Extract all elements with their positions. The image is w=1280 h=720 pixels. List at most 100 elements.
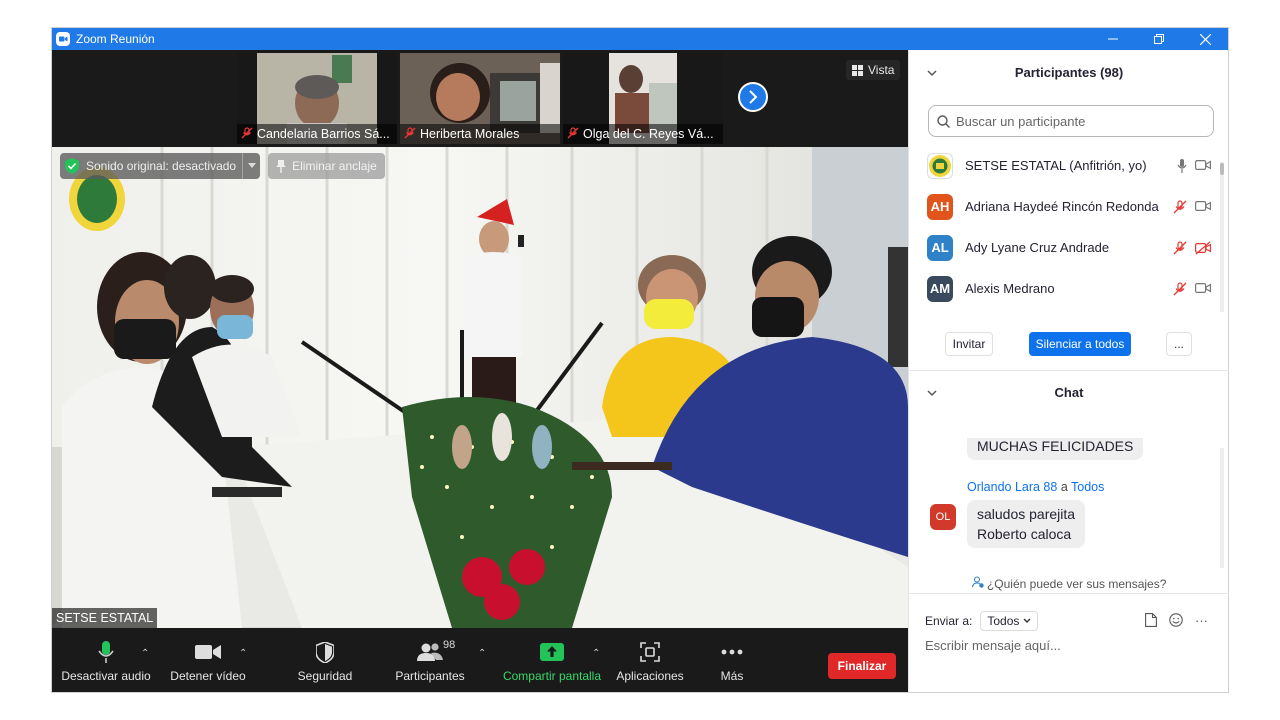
- collapse-chat-icon[interactable]: [927, 385, 937, 400]
- active-speaker-video[interactable]: Sonido original: desactivado Eliminar an…: [52, 147, 908, 628]
- chat-message-input[interactable]: [925, 638, 1215, 653]
- chat-message-line: Roberto caloca: [977, 526, 1072, 542]
- participants-button[interactable]: 98 Participantes: [392, 628, 468, 692]
- participant-search-input[interactable]: [956, 113, 1196, 129]
- chat-message: saludos parejita Roberto caloca: [967, 500, 1086, 548]
- apps-button[interactable]: Aplicaciones: [614, 628, 686, 692]
- chat-header: Chat: [909, 370, 1229, 414]
- view-button[interactable]: Vista: [846, 60, 901, 80]
- chat-to-word: a: [1060, 480, 1068, 494]
- search-icon: [937, 114, 950, 128]
- section-divider: [909, 593, 1229, 594]
- participant-search-box[interactable]: [928, 105, 1214, 137]
- mute-audio-label: Desactivar audio: [61, 669, 151, 683]
- thumbnail-video[interactable]: Olga del C. Reyes Vá...: [563, 53, 723, 144]
- participant-row[interactable]: [909, 309, 1219, 317]
- close-button[interactable]: [1182, 28, 1228, 50]
- participant-scrollbar[interactable]: [1220, 162, 1224, 312]
- muted-mic-icon: [404, 126, 416, 142]
- emoji-icon[interactable]: [1169, 613, 1183, 627]
- chat-sender-name[interactable]: Orlando Lara 88: [967, 480, 1057, 494]
- muted-mic-icon: [241, 126, 253, 142]
- muted-mic-icon: [567, 126, 579, 142]
- who-can-see-label: ¿Quién puede ver sus mensajes?: [986, 577, 1167, 591]
- unpin-button[interactable]: Eliminar anclaje: [268, 153, 385, 179]
- stop-video-button[interactable]: Detener vídeo: [166, 628, 250, 692]
- end-meeting-button[interactable]: Finalizar: [828, 653, 896, 679]
- participant-avatar: AL: [927, 234, 953, 261]
- video-off-icon[interactable]: [1195, 241, 1211, 255]
- thumbnail-strip: Candelaria Barrios Sá... Heriberta Moral…: [52, 50, 908, 147]
- original-sound-button[interactable]: Sonido original: desactivado: [60, 153, 261, 179]
- participants-header: Participantes (98): [909, 50, 1229, 94]
- window-title: Zoom Reunión: [76, 32, 155, 46]
- zoom-window: Zoom Reunión Candelaria Barrios Sá... He…: [52, 28, 1229, 692]
- restore-button[interactable]: [1136, 28, 1182, 50]
- participant-scroll-thumb[interactable]: [1220, 163, 1224, 175]
- chat-recipient[interactable]: Todos: [1071, 480, 1104, 494]
- original-sound-label: Sonido original: desactivado: [86, 159, 237, 173]
- share-screen-label: Compartir pantalla: [502, 669, 602, 683]
- minimize-button[interactable]: [1090, 28, 1136, 50]
- muted-mic-icon[interactable]: [1173, 281, 1187, 296]
- person-info-icon: [971, 576, 984, 588]
- share-options-caret-icon[interactable]: ⌃: [592, 648, 600, 659]
- thumbnail-video[interactable]: Candelaria Barrios Sá...: [237, 53, 397, 144]
- muted-mic-icon[interactable]: [1173, 240, 1187, 255]
- share-screen-button[interactable]: Compartir pantalla: [500, 628, 604, 692]
- participant-count: 98: [443, 639, 456, 651]
- participants-label: Participantes: [395, 669, 465, 683]
- thumbnail-label: Heriberta Morales: [400, 124, 560, 144]
- apps-label: Aplicaciones: [616, 669, 684, 683]
- security-label: Seguridad: [297, 669, 353, 683]
- stop-video-label: Detener vídeo: [170, 669, 246, 683]
- unpin-label: Eliminar anclaje: [292, 159, 377, 173]
- mute-all-button[interactable]: Silenciar a todos: [1029, 332, 1131, 356]
- collapse-participants-icon[interactable]: [927, 65, 937, 80]
- chat-title: Chat: [1054, 384, 1084, 400]
- audio-options-caret-icon[interactable]: ⌃: [141, 648, 149, 659]
- video-options-caret-icon[interactable]: ⌃: [239, 648, 247, 659]
- chevron-right-icon: [749, 90, 758, 104]
- side-panel: Participantes (98) SETSE ESTATAL (Anfitr…: [908, 50, 1229, 692]
- security-button[interactable]: Seguridad: [288, 628, 362, 692]
- participant-actions: Invitar Silenciar a todos ...: [909, 332, 1229, 362]
- chat-more-icon[interactable]: ···: [1195, 613, 1208, 628]
- chat-scrollbar[interactable]: [1220, 448, 1224, 568]
- muted-mic-icon[interactable]: [1173, 199, 1187, 214]
- view-label: Vista: [868, 63, 895, 77]
- video-area: Candelaria Barrios Sá... Heriberta Moral…: [52, 50, 908, 692]
- more-options-button[interactable]: ...: [1166, 332, 1192, 356]
- thumbnail-name: Olga del C. Reyes Vá...: [583, 127, 714, 141]
- participant-name: SETSE ESTATAL (Anfitrión, yo): [965, 158, 1147, 173]
- share-screen-icon: [539, 637, 565, 667]
- next-page-button[interactable]: [738, 82, 768, 112]
- participants-icon: 98: [417, 637, 455, 667]
- shield-check-icon: [60, 153, 84, 179]
- send-to-select[interactable]: Todos: [980, 611, 1039, 631]
- invite-button[interactable]: Invitar: [945, 332, 993, 356]
- zoom-logo-icon: [56, 32, 70, 46]
- participant-row[interactable]: SETSE ESTATAL (Anfitrión, yo): [909, 145, 1219, 186]
- chevron-down-icon[interactable]: [242, 153, 260, 179]
- thumbnail-video[interactable]: Heriberta Morales: [400, 53, 560, 144]
- chat-sender-line: Orlando Lara 88 a Todos: [967, 480, 1104, 494]
- chat-message: MUCHAS FELICIDADES: [967, 438, 1144, 460]
- more-dots-icon: [721, 637, 743, 667]
- host-logo-avatar: [927, 152, 953, 179]
- participants-options-caret-icon[interactable]: ⌃: [478, 648, 486, 659]
- video-camera-icon[interactable]: [1195, 159, 1211, 171]
- mute-audio-button[interactable]: Desactivar audio: [61, 628, 151, 692]
- participant-row[interactable]: AH Adriana Haydeé Rincón Redonda: [909, 186, 1219, 227]
- video-camera-icon[interactable]: [1195, 282, 1211, 294]
- participant-row[interactable]: AM Alexis Medrano: [909, 268, 1219, 309]
- video-overlay-controls: Sonido original: desactivado Eliminar an…: [60, 153, 385, 179]
- participant-name: Ady Lyane Cruz Andrade: [965, 240, 1110, 255]
- video-camera-icon[interactable]: [1195, 200, 1211, 212]
- file-icon[interactable]: [1145, 613, 1157, 627]
- send-to-label: Enviar a:: [925, 614, 973, 628]
- who-can-see-link[interactable]: ¿Quién puede ver sus mensajes?: [909, 576, 1229, 591]
- microphone-icon[interactable]: [1177, 158, 1187, 173]
- participant-row[interactable]: AL Ady Lyane Cruz Andrade: [909, 227, 1219, 268]
- more-button[interactable]: Más: [708, 628, 756, 692]
